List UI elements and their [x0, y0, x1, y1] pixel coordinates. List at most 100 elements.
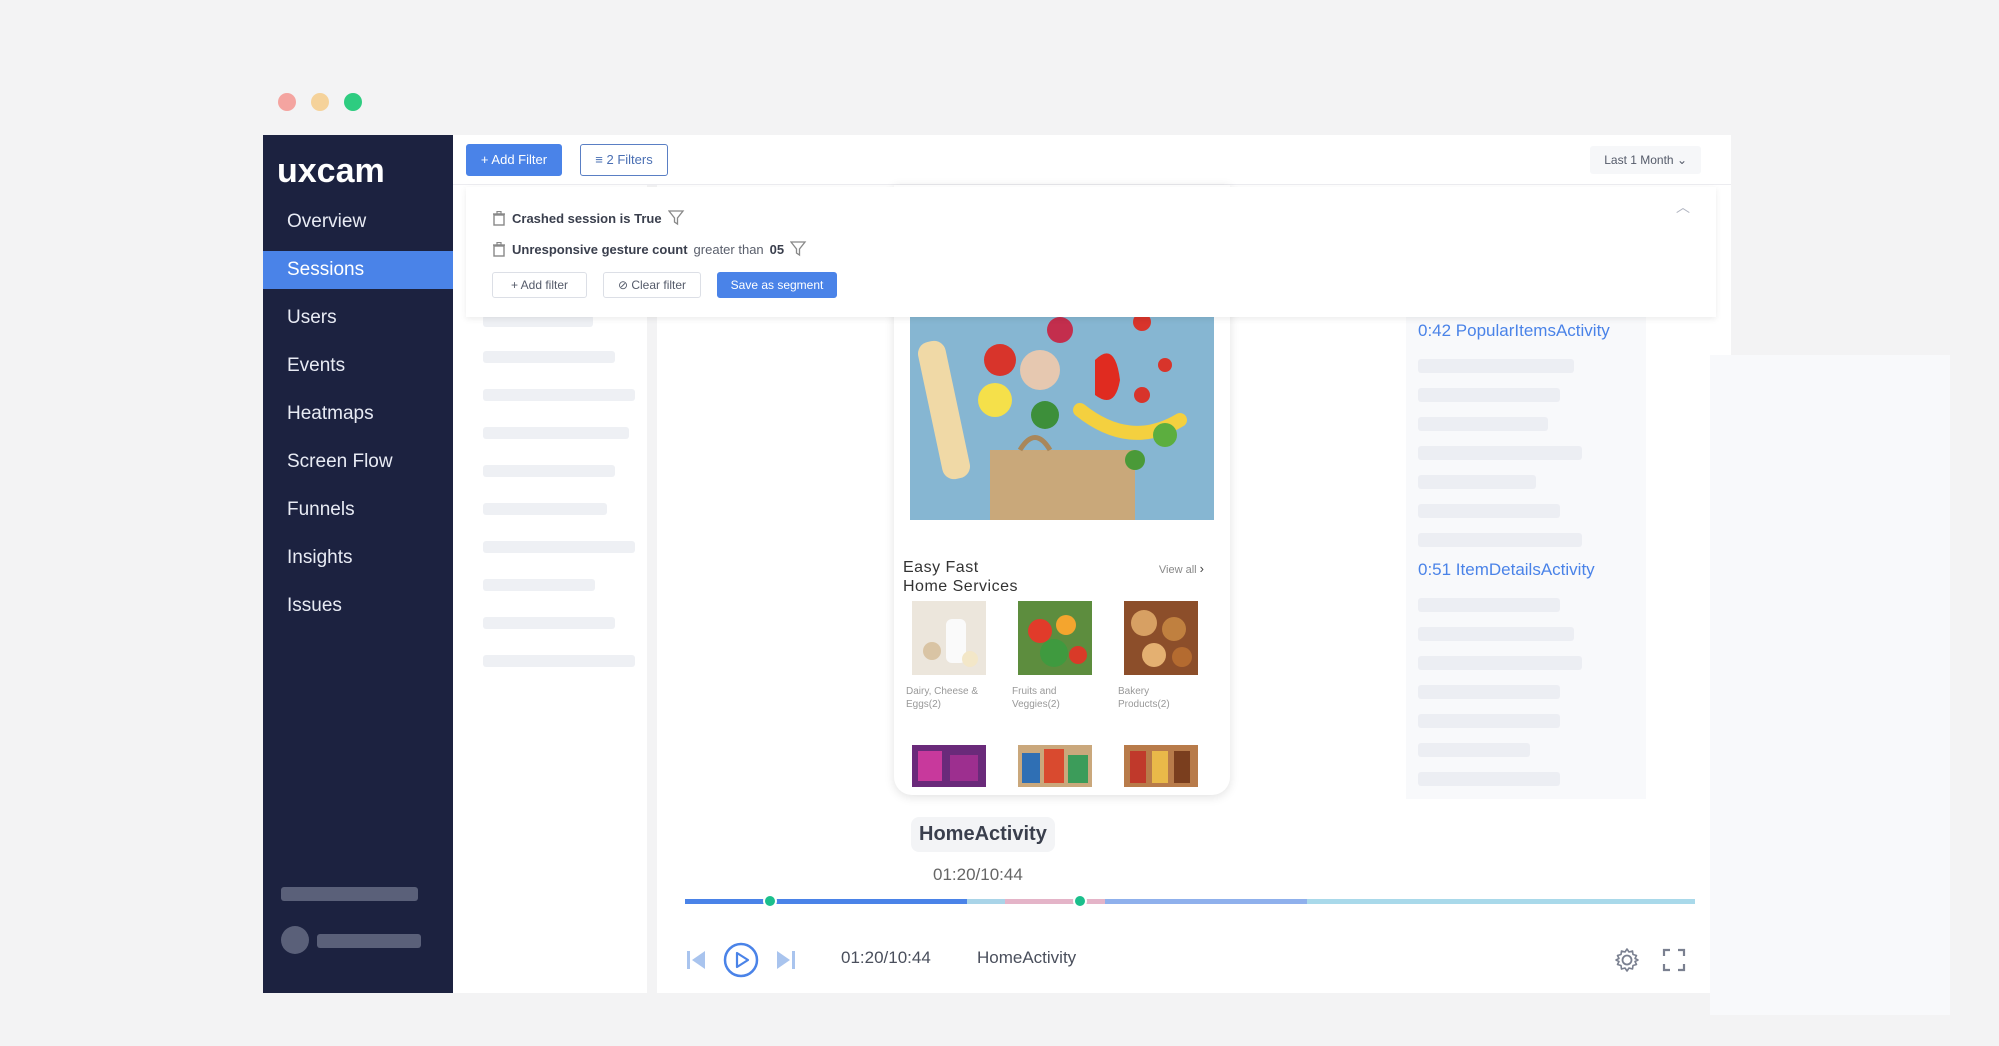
app-window: uxcam Overview Sessions Users Events Hea… [263, 135, 1950, 1015]
fullscreen-icon[interactable] [1662, 948, 1686, 972]
skip-back-icon[interactable] [685, 949, 707, 971]
phone-title-line2: Home Services [903, 578, 1018, 595]
list-skeleton-row [483, 579, 595, 591]
filter-edit-icon[interactable] [790, 241, 808, 257]
filter-panel: Crashed session is True Unresponsive ges… [466, 187, 1716, 317]
list-skeleton-row [483, 617, 615, 629]
save-segment-button[interactable]: Save as segment [717, 272, 837, 298]
event-skeleton-row [1418, 533, 1582, 547]
event-skeleton-row [1418, 772, 1560, 786]
category-label-dairy: Dairy, Cheese & Eggs(2) [906, 685, 996, 711]
player-controls: 01:20/10:44 HomeActivity [671, 940, 1731, 980]
filter-row[interactable]: Crashed session is True [492, 210, 686, 226]
list-skeleton-row [483, 655, 635, 667]
sidebar: uxcam Overview Sessions Users Events Hea… [263, 135, 453, 993]
list-skeleton-row [483, 351, 615, 363]
event-skeleton-row [1418, 388, 1560, 402]
event-item-item-details[interactable]: 0:51 ItemDetailsActivity [1418, 560, 1595, 580]
window-maximize-dot[interactable] [344, 93, 362, 111]
sidebar-item-issues[interactable]: Issues [263, 587, 453, 625]
category-image-bakery[interactable] [1124, 601, 1198, 675]
current-activity-time: 01:20/10:44 [933, 865, 1023, 884]
sidebar-item-heatmaps[interactable]: Heatmaps [263, 395, 453, 433]
avatar[interactable] [281, 926, 309, 954]
play-icon[interactable] [723, 942, 759, 978]
category-label-line2: Veggies(2) [1012, 699, 1060, 710]
event-skeleton-row [1418, 504, 1560, 518]
trash-icon[interactable] [492, 210, 506, 226]
add-filter-small-label: Add filter [520, 278, 569, 292]
timeline-segment [967, 899, 1005, 904]
filter-name: Crashed session is True [512, 210, 662, 226]
window-close-dot[interactable] [278, 93, 296, 111]
event-skeleton-row [1418, 627, 1574, 641]
skip-forward-icon[interactable] [775, 949, 797, 971]
events-list: 0:42 PopularItemsActivity 0:51 ItemDetai… [1406, 313, 1646, 799]
add-filter-button[interactable]: + Add Filter [466, 144, 562, 176]
sidebar-item-screen-flow[interactable]: Screen Flow [263, 443, 453, 481]
sidebar-item-funnels[interactable]: Funnels [263, 491, 453, 529]
event-skeleton-row [1418, 446, 1582, 460]
timeline-segment [1105, 899, 1307, 904]
filter-row[interactable]: Unresponsive gesture count greater than … [492, 241, 808, 257]
timeline-event-marker[interactable] [763, 894, 777, 908]
category-label-line1: Bakery [1118, 686, 1150, 697]
toolbar: + Add Filter ≡ 2 Filters Last 1 Month ⌄ [453, 135, 1731, 185]
chevron-up-icon[interactable]: ︿ [1676, 197, 1690, 217]
filter-operator: greater than [693, 241, 764, 257]
event-skeleton-row [1418, 475, 1536, 489]
chevron-down-icon: ⌄ [1676, 153, 1687, 167]
list-skeleton-row [483, 389, 635, 401]
events-panel [1710, 355, 1950, 1015]
list-skeleton-row [483, 541, 635, 553]
list-skeleton-row [483, 427, 629, 439]
event-skeleton-row [1418, 685, 1560, 699]
settings-gear-icon[interactable] [1614, 947, 1640, 973]
category-image-dairy[interactable] [912, 601, 986, 675]
sidebar-item-sessions[interactable]: Sessions [263, 251, 453, 289]
groceries-hero-image [910, 300, 1214, 520]
filters-count-label: 2 Filters [606, 152, 653, 167]
view-all-link[interactable]: View all › [1159, 561, 1204, 576]
event-skeleton-row [1418, 417, 1548, 431]
add-filter-small-button[interactable]: + Add filter [492, 272, 587, 298]
filters-count-button[interactable]: ≡ 2 Filters [580, 144, 668, 176]
clear-filter-icon: ⊘ [617, 278, 632, 292]
event-skeleton-row [1418, 743, 1530, 757]
username-placeholder-bar [317, 934, 421, 948]
window-minimize-dot[interactable] [311, 93, 329, 111]
filter-lines-icon: ≡ [595, 152, 607, 167]
plus-icon: + [480, 152, 492, 167]
view-all-label: View all [1158, 564, 1197, 576]
filter-edit-icon[interactable] [667, 210, 686, 226]
category-image-snacks[interactable] [912, 745, 986, 787]
category-label-line2: Products(2) [1118, 699, 1170, 710]
category-image-fruits[interactable] [1018, 601, 1092, 675]
playback-timeline[interactable] [685, 894, 1695, 908]
category-image-beverages[interactable] [1124, 745, 1198, 787]
sidebar-item-users[interactable]: Users [263, 299, 453, 337]
account-placeholder-bar [281, 887, 418, 901]
category-image-packaged[interactable] [1018, 745, 1092, 787]
clear-filter-button[interactable]: ⊘ Clear filter [603, 272, 701, 298]
add-filter-label: Add Filter [491, 152, 548, 167]
sidebar-item-overview[interactable]: Overview [263, 203, 453, 241]
trash-icon[interactable] [492, 241, 506, 257]
phone-title-line1: Easy Fast [903, 559, 979, 576]
playback-activity: HomeActivity [977, 948, 1077, 967]
list-skeleton-row [483, 503, 607, 515]
category-label-bakery: Bakery Products(2) [1118, 685, 1208, 711]
sidebar-item-events[interactable]: Events [263, 347, 453, 385]
timeline-segment [1005, 899, 1105, 904]
event-item-popular-items[interactable]: 0:42 PopularItemsActivity [1418, 321, 1610, 341]
timeline-progress-segment [685, 899, 967, 904]
timeline-event-marker[interactable] [1073, 894, 1087, 908]
uxcam-logo[interactable]: uxcam [277, 147, 437, 197]
event-skeleton-row [1418, 359, 1574, 373]
date-range-select[interactable]: Last 1 Month ⌄ [1590, 146, 1701, 174]
chevron-right-icon: › [1199, 561, 1204, 576]
phone-section-title: Easy Fast Home Services [903, 558, 1018, 596]
category-label-line1: Dairy, Cheese & [906, 686, 979, 697]
filter-name: Unresponsive gesture count [512, 241, 688, 257]
sidebar-item-insights[interactable]: Insights [263, 539, 453, 577]
